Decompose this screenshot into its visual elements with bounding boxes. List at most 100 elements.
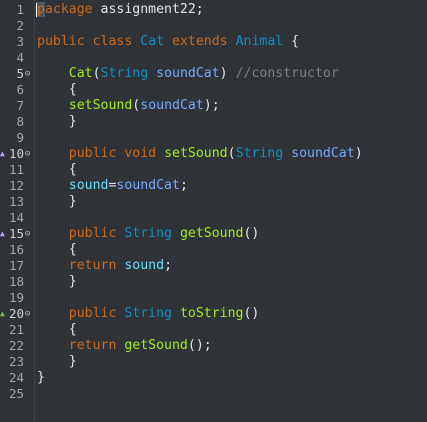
line-number: 6 (16, 82, 24, 97)
code-token: ); (203, 98, 220, 113)
code-token: } (37, 194, 77, 209)
code-line[interactable]: public String toString() (37, 306, 260, 322)
code-token: class (92, 34, 133, 49)
code-line[interactable]: sound=soundCat; (37, 178, 188, 194)
line-number: 18 (8, 274, 24, 289)
code-token: Cat (68, 66, 93, 81)
code-token: getSound (179, 226, 244, 241)
code-line[interactable]: } (37, 274, 77, 290)
code-token: ( (92, 66, 101, 81)
line-number: 7 (16, 98, 24, 113)
code-token: return (68, 258, 117, 273)
code-line[interactable]: return getSound(); (37, 338, 212, 354)
code-token: assignment22; (92, 2, 204, 17)
override-triangle-icon: ▲ (0, 229, 5, 238)
code-line[interactable]: } (37, 114, 77, 130)
line-number: 23 (8, 354, 24, 369)
code-token: //constructor (235, 66, 339, 81)
code-token: public (68, 146, 117, 161)
line-number: 2 (16, 18, 24, 33)
line-number: 5 (16, 66, 24, 81)
code-token: } (37, 114, 77, 129)
line-number: 14 (8, 210, 24, 225)
line-number: 24 (8, 370, 24, 385)
code-token: setSound (68, 98, 133, 113)
code-token: public (68, 226, 117, 241)
code-token: { (37, 82, 77, 97)
code-line[interactable]: { (37, 322, 77, 338)
code-token: { (37, 162, 77, 177)
code-line[interactable]: Cat(String soundCat) //constructor (37, 66, 339, 82)
line-number: 12 (8, 178, 24, 193)
line-number: 25 (8, 386, 24, 401)
code-line[interactable]: { (37, 162, 77, 178)
collapse-icon[interactable]: ⊝ (25, 66, 34, 82)
line-number: 4 (16, 50, 24, 65)
code-token: () (243, 306, 260, 321)
code-line[interactable]: setSound(soundCat); (37, 98, 220, 114)
code-token: ; (164, 258, 173, 273)
code-token: } (37, 274, 77, 289)
code-token: ) (354, 146, 363, 161)
code-line[interactable]: } (37, 194, 77, 210)
code-token: soundCat (140, 98, 204, 113)
code-line[interactable]: public void setSound(String soundCat) (37, 146, 363, 162)
code-token: Animal (235, 34, 284, 49)
line-number: 19 (8, 290, 24, 305)
code-token: return (68, 338, 117, 353)
collapse-icon[interactable]: ⊝ (25, 306, 34, 322)
code-token: setSound (164, 146, 228, 161)
code-line[interactable]: package assignment22; (37, 2, 204, 18)
collapse-icon[interactable]: ⊝ (25, 146, 34, 162)
code-token: soundCat (156, 66, 220, 81)
code-line[interactable]: } (37, 354, 77, 370)
code-token: () (243, 226, 260, 241)
code-token: String (124, 226, 172, 241)
code-token: } (37, 370, 45, 385)
code-line[interactable]: { (37, 82, 77, 98)
code-token: soundCat (291, 146, 355, 161)
line-number: 16 (8, 242, 24, 257)
code-token: ; (179, 178, 188, 193)
code-token: sound (68, 178, 109, 193)
code-token: void (124, 146, 157, 161)
code-token: { (37, 322, 77, 337)
code-token: soundCat (116, 178, 180, 193)
code-line[interactable]: return sound; (37, 258, 172, 274)
code-token: String (124, 306, 172, 321)
code-line[interactable]: { (37, 242, 77, 258)
collapse-icon[interactable]: ⊝ (25, 226, 34, 242)
code-line[interactable]: public String getSound() (37, 226, 260, 242)
code-token: package (37, 2, 93, 17)
override-triangle-icon: ▲ (0, 149, 5, 158)
code-editor[interactable]: 1 2 3 4 5 ⊝ 6 7 8 9 10 ⊝ ▲ 11 12 13 14 15 ⊝ ▲ 16 17 18 19 20 ⊝ ▲ 21… (0, 0, 427, 422)
code-token: ) (219, 66, 236, 81)
code-token: toString (179, 306, 244, 321)
line-number: 21 (8, 322, 24, 337)
code-token: } (37, 354, 77, 369)
line-number: 13 (8, 194, 24, 209)
code-token: sound (124, 258, 165, 273)
code-token: public (68, 306, 117, 321)
code-token: extends (172, 34, 228, 49)
line-number: 11 (8, 162, 24, 177)
code-line[interactable]: public class Cat extends Animal { (37, 34, 299, 50)
line-number: 8 (16, 114, 24, 129)
code-line[interactable]: } (37, 370, 45, 386)
code-token: Cat (140, 34, 165, 49)
code-token: String (235, 146, 284, 161)
